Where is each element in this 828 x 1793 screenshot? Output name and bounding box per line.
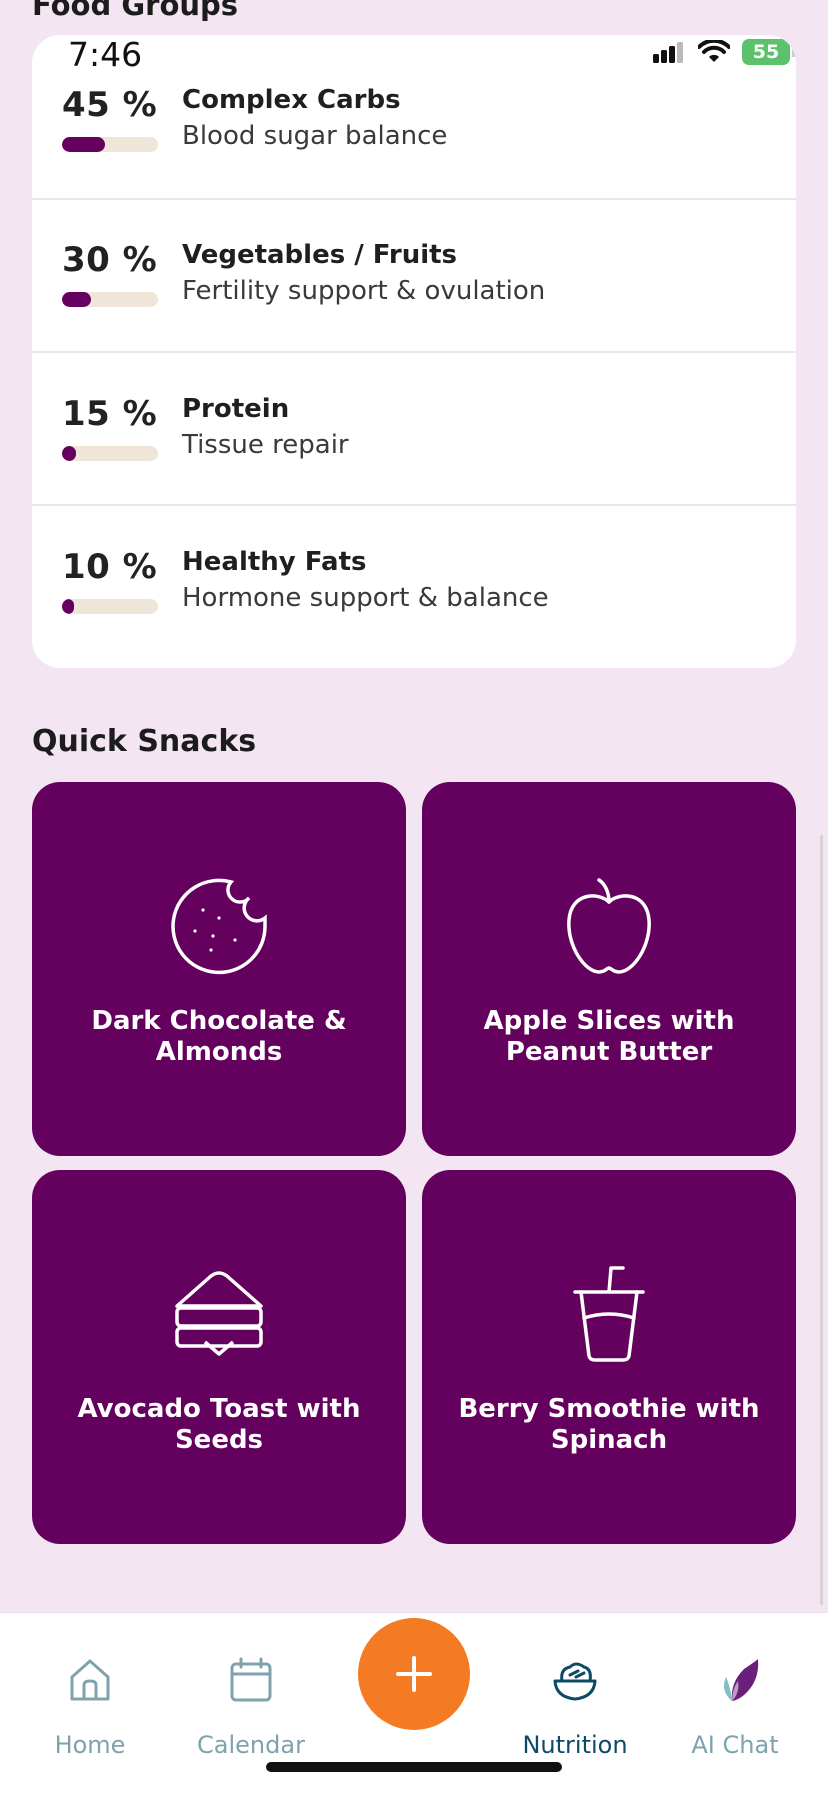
- plus-icon: [396, 1656, 432, 1692]
- food-group-progress-fill: [62, 599, 74, 614]
- cookie-icon: [171, 878, 267, 975]
- food-group-row[interactable]: 15 % Protein Tissue repair: [32, 352, 796, 506]
- snack-card-avocado-toast[interactable]: Avocado Toast with Seeds: [32, 1170, 406, 1544]
- home-indicator: [266, 1762, 562, 1772]
- nav-item-home[interactable]: Home: [15, 1613, 165, 1793]
- smoothie-cup-icon: [573, 1266, 645, 1362]
- food-group-percent: 10 %: [62, 547, 158, 587]
- snack-label: Dark Chocolate & Almonds: [91, 1006, 347, 1067]
- food-group-row[interactable]: 30 % Vegetables / Fruits Fertility suppo…: [32, 198, 796, 353]
- food-group-name: Healthy Fats: [182, 547, 367, 577]
- snack-card-berry-smoothie[interactable]: Berry Smoothie with Spinach: [422, 1170, 796, 1544]
- nav-label: Home: [54, 1731, 126, 1759]
- leaf-logo-icon: [724, 1659, 759, 1701]
- calendar-icon: [230, 1657, 272, 1702]
- food-group-name: Protein: [182, 394, 290, 424]
- food-group-percent: 45 %: [62, 85, 158, 125]
- sandwich-icon: [175, 1271, 263, 1356]
- nav-label: Calendar: [197, 1731, 305, 1759]
- nav-item-ai-chat[interactable]: AI Chat: [660, 1613, 810, 1793]
- food-group-description: Hormone support & balance: [182, 583, 549, 613]
- add-button[interactable]: [358, 1618, 470, 1730]
- nav-label: AI Chat: [691, 1731, 779, 1759]
- quick-snacks-title: Quick Snacks: [32, 724, 257, 759]
- food-group-progress-fill: [62, 446, 77, 461]
- food-group-percent: 30 %: [62, 240, 158, 280]
- food-group-progress-bar: [62, 292, 158, 307]
- food-group-percent: 15 %: [62, 394, 158, 434]
- food-groups-card: 7:46 55 45 % Complex Carbs Blood sugar b…: [32, 35, 796, 668]
- food-group-name: Complex Carbs: [182, 85, 401, 115]
- food-group-progress-bar: [62, 137, 158, 152]
- snack-card-apple-slices[interactable]: Apple Slices with Peanut Butter: [422, 782, 796, 1156]
- salad-bowl-icon: [553, 1662, 597, 1701]
- snack-label: Avocado Toast with Seeds: [77, 1394, 361, 1455]
- food-group-description: Fertility support & ovulation: [182, 276, 546, 306]
- snack-card-dark-chocolate[interactable]: Dark Chocolate & Almonds: [32, 782, 406, 1156]
- food-group-row[interactable]: 10 % Healthy Fats Hormone support & bala…: [32, 505, 796, 668]
- nav-label: Nutrition: [522, 1731, 628, 1759]
- food-groups-title: Food Groups: [32, 0, 239, 22]
- food-group-description: Blood sugar balance: [182, 121, 448, 151]
- snack-label: Berry Smoothie with Spinach: [458, 1394, 760, 1455]
- home-icon: [70, 1659, 110, 1701]
- food-group-progress-fill: [62, 292, 91, 307]
- food-group-description: Tissue repair: [182, 430, 349, 460]
- snack-label: Apple Slices with Peanut Butter: [483, 1006, 735, 1067]
- food-group-progress-fill: [62, 137, 106, 152]
- food-group-row[interactable]: 45 % Complex Carbs Blood sugar balance: [32, 35, 796, 200]
- food-group-progress-bar: [62, 599, 158, 614]
- apple-icon: [567, 878, 651, 974]
- scroll-indicator: [820, 835, 823, 1605]
- food-group-progress-bar: [62, 446, 158, 461]
- food-group-name: Vegetables / Fruits: [182, 240, 458, 270]
